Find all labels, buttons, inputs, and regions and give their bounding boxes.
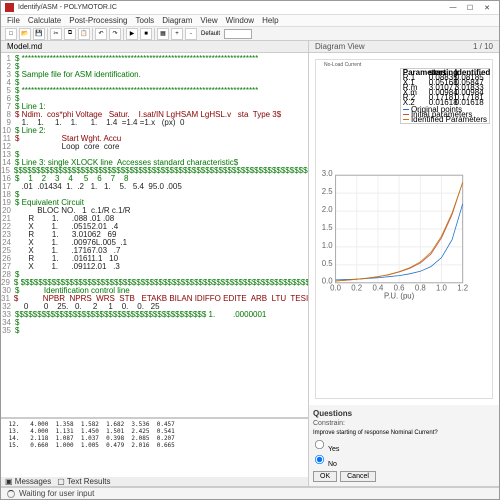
toolbar-separator [47, 28, 48, 40]
svg-text:P.U. (pu): P.U. (pu) [384, 291, 415, 300]
source-line[interactable]: 12 Loop core core [1, 143, 308, 151]
open-button[interactable]: 📂 [19, 28, 31, 40]
grid-button[interactable]: ▦ [157, 28, 169, 40]
copy-button[interactable]: ⧉ [64, 28, 76, 40]
source-line[interactable]: 3$ Sample file for ASM identification. [1, 71, 308, 79]
save-button[interactable]: 💾 [33, 28, 45, 40]
titlebar: Identify/ASM - POLYMOTOR.IC — ☐ ✕ [1, 1, 499, 15]
svg-text:1.2: 1.2 [457, 284, 468, 293]
source-line[interactable]: 35$ [1, 327, 308, 335]
app-icon [5, 3, 14, 12]
source-tab[interactable]: Model.md [1, 41, 308, 53]
source-line[interactable]: 33$$$$$$$$$$$$$$$$$$$$$$$$$$$$$$$$$$$$$$… [1, 311, 308, 319]
menu-diagram[interactable]: Diagram [162, 16, 192, 25]
zoomin-button[interactable]: + [171, 28, 183, 40]
toolbar-separator [92, 28, 93, 40]
zoomout-button[interactable]: - [185, 28, 197, 40]
chart: No-Load Current 0.00.20.40.60.81.01.20.0… [315, 59, 493, 399]
toolbar: □📂💾 ✂⧉📋 ↶↷ ▶■ ▦+-Default [1, 27, 499, 41]
menu-help[interactable]: Help [262, 16, 278, 25]
statusbar: Waiting for user input [1, 487, 499, 499]
svg-text:1.0: 1.0 [322, 241, 334, 250]
questions-panel: Questions Constrain: Improve starting of… [309, 405, 499, 487]
run-button[interactable]: ▶ [126, 28, 138, 40]
paste-button[interactable]: 📋 [78, 28, 90, 40]
source-line[interactable]: 6$ [1, 95, 308, 103]
cancel-button[interactable]: Cancel [340, 471, 376, 482]
svg-text:0.4: 0.4 [372, 284, 384, 293]
ok-button[interactable]: OK [313, 471, 337, 482]
zoom-label: Default [199, 31, 222, 37]
questions-title: Questions [313, 409, 495, 418]
menu-calculate[interactable]: Calculate [28, 16, 61, 25]
source-line[interactable]: 34$ [1, 319, 308, 327]
cut-button[interactable]: ✂ [50, 28, 62, 40]
source-editor[interactable]: 1$ *************************************… [1, 53, 308, 417]
svg-text:1.5: 1.5 [322, 223, 334, 232]
close-button[interactable]: ✕ [479, 2, 495, 14]
source-line[interactable]: 5$ *************************************… [1, 87, 308, 95]
svg-text:3.0: 3.0 [322, 169, 334, 178]
maximize-button[interactable]: ☐ [462, 2, 478, 14]
option-no[interactable]: No [313, 453, 495, 468]
source-line[interactable]: 9 1. 1. 1. 1. 1. 1.4 =1.4 =1.x (px) 0 [1, 119, 308, 127]
window-title: Identify/ASM - POLYMOTOR.IC [18, 4, 445, 11]
toolbar-separator [123, 28, 124, 40]
undo-button[interactable]: ↶ [95, 28, 107, 40]
svg-text:2.0: 2.0 [322, 205, 334, 214]
source-line[interactable]: 27 X 1. .09112.01 .3 [1, 263, 308, 271]
diagram-tab[interactable]: Diagram View 1 / 10 [309, 41, 499, 53]
spinner-icon [7, 490, 15, 498]
svg-text:0.2: 0.2 [351, 284, 362, 293]
svg-text:2.5: 2.5 [322, 187, 334, 196]
source-line[interactable]: 17 .01 .01434 1. .2 1. 1. 5. 5.4 95.0 .0… [1, 183, 308, 191]
page-label: 1 / 10 [473, 42, 493, 51]
new-button[interactable]: □ [5, 28, 17, 40]
stop-button[interactable]: ■ [140, 28, 152, 40]
bottom-tab-messages[interactable]: ▣ Messages [5, 477, 51, 486]
menu-window[interactable]: Window [226, 16, 254, 25]
app-window: Identify/ASM - POLYMOTOR.IC — ☐ ✕ File Ca… [0, 0, 500, 500]
chart-title: No-Load Current [324, 62, 361, 68]
redo-button[interactable]: ↷ [109, 28, 121, 40]
minimize-button[interactable]: — [445, 2, 461, 14]
menu-tools[interactable]: Tools [136, 16, 155, 25]
svg-text:0.0: 0.0 [322, 277, 334, 286]
messages-tabbar: ▣ Messages ▢ Text Results [1, 477, 308, 487]
source-line[interactable]: 1$ *************************************… [1, 55, 308, 63]
svg-text:0.8: 0.8 [415, 284, 426, 293]
svg-text:0.5: 0.5 [322, 259, 334, 268]
svg-text:1.0: 1.0 [436, 284, 448, 293]
toolbar-separator [154, 28, 155, 40]
bottom-tab-text-results[interactable]: ▢ Text Results [57, 477, 110, 486]
option-yes[interactable]: Yes [313, 438, 495, 453]
menu-post-processing[interactable]: Post-Processing [69, 16, 127, 25]
chart-legend: ParametersstartingIdentifiedR.10.088350.… [400, 68, 490, 124]
question-prompt: Improve starting of response Nominal Cur… [313, 430, 495, 436]
menu-view[interactable]: View [200, 16, 217, 25]
menu-file[interactable]: File [7, 16, 20, 25]
constrain-label: Constrain: [313, 420, 495, 427]
menubar: File Calculate Post-Processing Tools Diagram… [1, 15, 499, 27]
zoom-input[interactable] [224, 29, 252, 39]
messages-body[interactable]: 12. 4.000 1.358 1.582 1.682 3.536 0.457 … [1, 419, 308, 477]
